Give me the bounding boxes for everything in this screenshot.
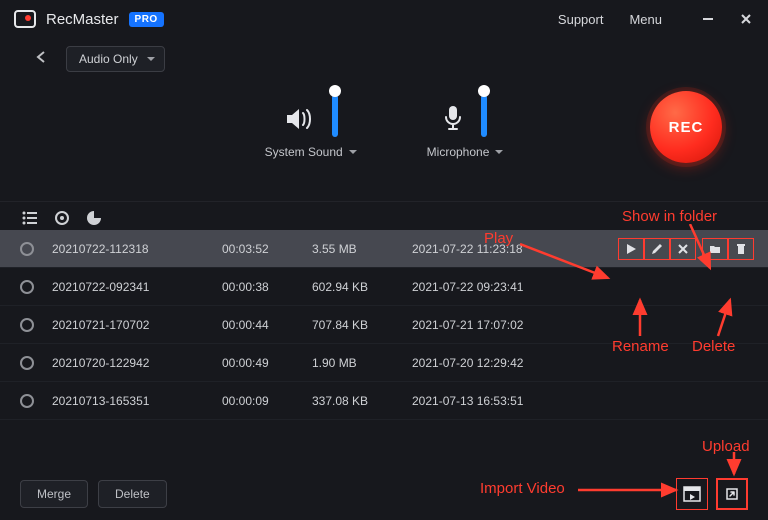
arrow-icon (724, 452, 744, 478)
list-view-icon[interactable] (22, 210, 38, 226)
speaker-icon (284, 106, 314, 137)
recording-name: 20210722-112318 (52, 242, 222, 256)
recording-size: 1.90 MB (312, 356, 412, 370)
footer-bar: Merge Delete (0, 478, 768, 510)
settings-gear-icon[interactable] (54, 210, 70, 226)
show-in-folder-button[interactable] (702, 238, 728, 260)
row-select-radio[interactable] (20, 356, 34, 370)
recording-duration: 00:00:49 (222, 356, 312, 370)
delete-button[interactable] (728, 238, 754, 260)
import-video-button[interactable] (676, 478, 708, 510)
recording-name: 20210721-170702 (52, 318, 222, 332)
recording-date: 2021-07-20 12:29:42 (412, 356, 582, 370)
row-select-radio[interactable] (20, 280, 34, 294)
table-row[interactable]: 20210722-112318 00:03:52 3.55 MB 2021-07… (0, 230, 768, 268)
recordings-table: 20210722-112318 00:03:52 3.55 MB 2021-07… (0, 230, 768, 420)
support-link[interactable]: Support (558, 12, 604, 27)
recording-duration: 00:00:44 (222, 318, 312, 332)
close-button[interactable] (738, 11, 754, 27)
mode-select[interactable]: Audio Only (66, 46, 165, 72)
merge-button[interactable]: Merge (20, 480, 88, 508)
microphone-control: Microphone (427, 91, 504, 159)
microphone-label: Microphone (427, 145, 490, 159)
title-bar: RecMaster PRO Support Menu (0, 0, 768, 38)
recording-size: 3.55 MB (312, 242, 412, 256)
system-sound-dropdown[interactable]: System Sound (265, 145, 357, 159)
annotation-upload: Upload (702, 438, 750, 455)
upload-button[interactable] (716, 478, 748, 510)
mode-select-value: Audio Only (79, 52, 138, 66)
play-button[interactable] (618, 238, 644, 260)
back-button[interactable] (30, 44, 52, 73)
recording-date: 2021-07-21 17:07:02 (412, 318, 582, 332)
rename-button[interactable] (644, 238, 670, 260)
table-row[interactable]: 20210721-170702 00:00:44 707.84 KB 2021-… (0, 306, 768, 344)
recording-date: 2021-07-22 09:23:41 (412, 280, 582, 294)
system-sound-control: System Sound (265, 91, 357, 159)
recording-name: 20210713-165351 (52, 394, 222, 408)
record-button[interactable]: REC (650, 91, 722, 163)
app-window: RecMaster PRO Support Menu Audio Only (0, 0, 768, 520)
row-actions (618, 238, 754, 260)
microphone-dropdown[interactable]: Microphone (427, 145, 504, 159)
recording-name: 20210722-092341 (52, 280, 222, 294)
row-select-radio[interactable] (20, 394, 34, 408)
recording-duration: 00:00:09 (222, 394, 312, 408)
pro-badge: PRO (129, 12, 164, 27)
recording-size: 602.94 KB (312, 280, 412, 294)
chevron-down-icon (349, 150, 357, 158)
app-name: RecMaster (46, 11, 119, 28)
recording-name: 20210720-122942 (52, 356, 222, 370)
table-row[interactable]: 20210722-092341 00:00:38 602.94 KB 2021-… (0, 268, 768, 306)
chevron-down-icon (495, 150, 503, 158)
mic-volume-slider[interactable] (481, 91, 487, 137)
menu-link[interactable]: Menu (629, 12, 662, 27)
row-select-radio[interactable] (20, 318, 34, 332)
table-row[interactable]: 20210720-122942 00:00:49 1.90 MB 2021-07… (0, 344, 768, 382)
mode-row: Audio Only (0, 38, 768, 73)
app-logo-icon (14, 10, 36, 28)
row-select-radio[interactable] (20, 242, 34, 256)
microphone-icon (443, 104, 463, 137)
cut-button[interactable] (670, 238, 696, 260)
record-button-label: REC (669, 119, 704, 136)
recording-size: 707.84 KB (312, 318, 412, 332)
controls-area: System Sound Microphone REC (0, 73, 768, 173)
recording-duration: 00:03:52 (222, 242, 312, 256)
delete-footer-button[interactable]: Delete (98, 480, 167, 508)
recording-duration: 00:00:38 (222, 280, 312, 294)
recording-date: 2021-07-22 11:23:18 (412, 242, 582, 256)
minimize-button[interactable] (700, 11, 716, 27)
view-bar (0, 201, 768, 230)
table-row[interactable]: 20210713-165351 00:00:09 337.08 KB 2021-… (0, 382, 768, 420)
system-sound-label: System Sound (265, 145, 343, 159)
system-volume-slider[interactable] (332, 91, 338, 137)
recording-size: 337.08 KB (312, 394, 412, 408)
recording-date: 2021-07-13 16:53:51 (412, 394, 582, 408)
schedule-clock-icon[interactable] (86, 210, 102, 226)
